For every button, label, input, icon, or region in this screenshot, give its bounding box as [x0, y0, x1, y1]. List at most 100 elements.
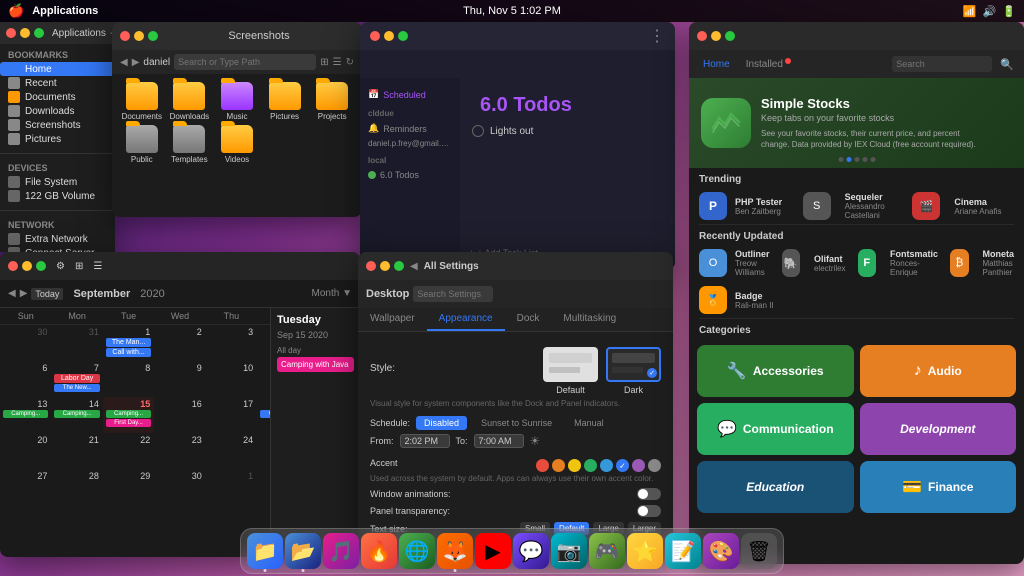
list-item[interactable]: Pictures: [263, 82, 307, 121]
list-item[interactable]: Music: [215, 82, 259, 121]
cal-settings-icon[interactable]: ⚙: [56, 261, 65, 272]
cal-day-sep2[interactable]: 2: [154, 325, 205, 361]
cal-close-button[interactable]: [8, 261, 18, 271]
cal-day-sep30[interactable]: 30: [154, 469, 205, 505]
cal-day-sep14[interactable]: 14Camping...: [51, 397, 102, 433]
settings-maximize-button[interactable]: [394, 261, 404, 271]
accent-green[interactable]: [584, 459, 597, 472]
files-close-button[interactable]: [120, 31, 130, 41]
list-item[interactable]: P PHP Tester Ben Zaitberg S Sequeler Ale…: [689, 188, 1024, 224]
settings-back-icon[interactable]: ◀: [410, 261, 418, 272]
cal-day-sep16[interactable]: 16: [154, 397, 205, 433]
sidebar-item-filesystem[interactable]: File System: [0, 175, 115, 189]
accent-indigo[interactable]: [616, 459, 629, 472]
category-communication[interactable]: 💬 Communication: [697, 403, 854, 455]
dock-item-finder[interactable]: 📂: [285, 533, 321, 569]
cal-day-sep23[interactable]: 23: [154, 433, 205, 469]
cal-day-sep17[interactable]: 17: [206, 397, 257, 433]
list-item[interactable]: Documents: [120, 82, 164, 121]
cal-maximize-button[interactable]: [36, 261, 46, 271]
sidebar-item-volume[interactable]: 122 GB Volume: [0, 189, 115, 203]
cal-today-button[interactable]: Today: [31, 288, 63, 300]
todos-minimize-button[interactable]: [384, 31, 394, 41]
files-view-icon[interactable]: ⊞: [320, 57, 328, 68]
accent-gray[interactable]: [648, 459, 661, 472]
settings-minimize-button[interactable]: [380, 261, 390, 271]
hero-dot-1[interactable]: [838, 157, 843, 162]
sidebar-item-recent[interactable]: Recent: [0, 76, 115, 90]
sidebar-item-pictures[interactable]: Pictures: [0, 132, 115, 146]
dock-item-youtube[interactable]: ▶: [475, 533, 511, 569]
settings-search-input[interactable]: [413, 286, 493, 302]
apple-icon[interactable]: 🍎: [8, 3, 24, 19]
dock-item-app13[interactable]: 🎨: [703, 533, 739, 569]
cal-day-aug30[interactable]: 30: [0, 325, 51, 361]
settings-close-button[interactable]: [366, 261, 376, 271]
files-back-icon[interactable]: ◀: [120, 57, 128, 68]
maximize-button[interactable]: [34, 28, 44, 38]
files-refresh-icon[interactable]: ↻: [346, 57, 354, 68]
cal-day-sep10[interactable]: 10: [206, 361, 257, 397]
category-development[interactable]: Development: [860, 403, 1017, 455]
minimize-button[interactable]: [20, 28, 30, 38]
appstore-close-button[interactable]: [697, 31, 707, 41]
cal-day-sep13[interactable]: 13Camping...: [0, 397, 51, 433]
dock-item-chat[interactable]: 💬: [513, 533, 549, 569]
accent-blue[interactable]: [600, 459, 613, 472]
cal-day-sep8[interactable]: 8: [103, 361, 154, 397]
hero-dot-3[interactable]: [854, 157, 859, 162]
cal-day-sep9[interactable]: 9: [154, 361, 205, 397]
cal-day-sep20[interactable]: 20: [0, 433, 51, 469]
cal-day-sep29[interactable]: 29: [103, 469, 154, 505]
dock-item-app10[interactable]: 🎮: [589, 533, 625, 569]
cal-view-selector[interactable]: Month ▼: [312, 288, 352, 299]
schedule-manual[interactable]: Manual: [566, 416, 612, 430]
dock-item-app4[interactable]: 🔥: [361, 533, 397, 569]
dock-item-app3[interactable]: 🎵: [323, 533, 359, 569]
cal-day-sep1[interactable]: 1The Man...Call with...: [103, 325, 154, 361]
dock-item-trash[interactable]: 🗑: [741, 533, 777, 569]
sidebar-item-documents[interactable]: Documents: [0, 90, 115, 104]
category-education[interactable]: Education: [697, 461, 854, 513]
schedule-disabled[interactable]: Disabled: [416, 416, 467, 430]
category-accessories[interactable]: 🔧 Accessories: [697, 345, 854, 397]
dock-item-app9[interactable]: 📷: [551, 533, 587, 569]
tab-home[interactable]: Home: [699, 59, 734, 70]
accent-orange[interactable]: [552, 459, 565, 472]
appstore-search-icon[interactable]: 🔍: [1000, 58, 1014, 71]
cal-list-icon[interactable]: ☰: [93, 261, 102, 272]
files-forward-icon[interactable]: ▶: [132, 57, 140, 68]
sidebar-item-downloads[interactable]: Downloads: [0, 104, 115, 118]
cal-day-sep6[interactable]: 6: [0, 361, 51, 397]
dock-item-firefox[interactable]: 🦊: [437, 533, 473, 569]
accent-red[interactable]: [536, 459, 549, 472]
list-item[interactable]: Videos: [215, 125, 259, 164]
dock-item-app11[interactable]: ⭐: [627, 533, 663, 569]
sidebar-item-home[interactable]: Home: [0, 62, 115, 76]
sidebar-item-screenshots[interactable]: Screenshots: [0, 118, 115, 132]
cal-day-aug31[interactable]: 31: [51, 325, 102, 361]
battery-icon[interactable]: 🔋: [1002, 5, 1016, 18]
list-item[interactable]: 🏅 Badge Rali-man II: [689, 282, 1024, 318]
appstore-maximize-button[interactable]: [725, 31, 735, 41]
cal-day-sep28[interactable]: 28: [51, 469, 102, 505]
cal-day-sep3[interactable]: 3: [206, 325, 257, 361]
event-detail[interactable]: Camping with Java: [277, 357, 354, 372]
cal-minimize-button[interactable]: [22, 261, 32, 271]
todos-close-button[interactable]: [370, 31, 380, 41]
files-search-input[interactable]: [174, 54, 316, 70]
cal-day-sep22[interactable]: 22: [103, 433, 154, 469]
cal-day-oct1[interactable]: 1: [206, 469, 257, 505]
tab-installed[interactable]: Installed: [742, 59, 787, 70]
list-item[interactable]: Public: [120, 125, 164, 164]
network-icon[interactable]: 📶: [963, 5, 977, 18]
sidebar-item-extra-network[interactable]: Extra Network: [0, 232, 115, 246]
sidebar-item-6todos[interactable]: 6.0 Todos: [360, 167, 460, 183]
list-item[interactable]: Projects: [310, 82, 354, 121]
dock-item-app12[interactable]: 📝: [665, 533, 701, 569]
cal-day-sep21[interactable]: 21: [51, 433, 102, 469]
sidebar-item-reminders[interactable]: 🔔 Reminders: [360, 120, 460, 137]
tab-appearance[interactable]: Appearance: [427, 308, 505, 331]
style-default[interactable]: Default: [543, 347, 598, 395]
list-item[interactable]: Templates: [168, 125, 212, 164]
